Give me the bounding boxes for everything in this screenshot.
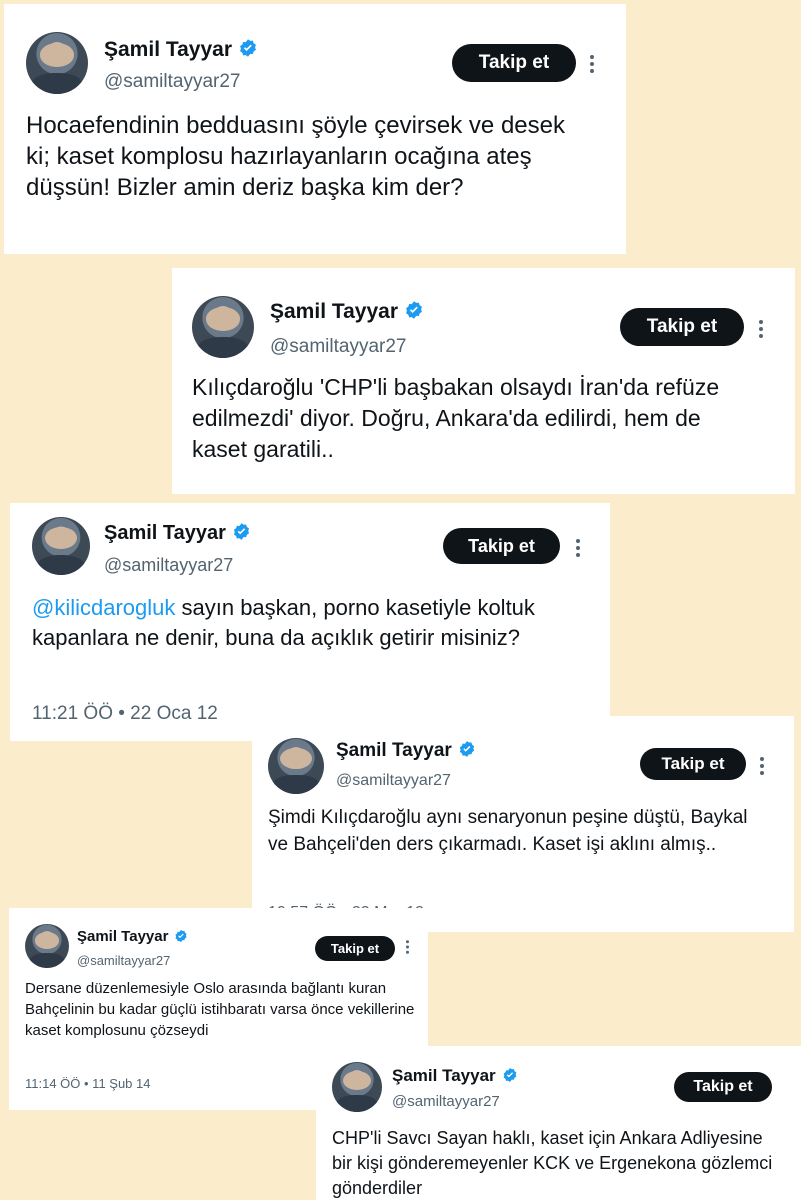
mention-link[interactable]: @kilicdarogluk [32,595,175,620]
author-handle: @samiltayyar27 [270,336,407,357]
follow-button[interactable]: Takip et [620,308,744,346]
author-name-text: Şamil Tayyar [392,1066,496,1085]
author-name-text: Şamil Tayyar [77,928,169,945]
author-handle: @samiltayyar27 [392,1093,500,1110]
tweet-text: Kılıçdaroğlu 'CHP'li başbakan olsaydı İr… [192,374,720,462]
verified-badge-icon [240,39,256,57]
tweet-card: Şamil Tayyar @samiltayyar27 Takip et Hoc… [4,4,626,254]
follow-button[interactable]: Takip et [640,748,746,780]
author-handle: @samiltayyar27 [336,772,451,789]
verified-badge-icon [233,523,249,540]
tweet-text: CHP'li Savcı Sayan haklı, kaset için Ank… [332,1128,773,1198]
tweet-timestamp[interactable]: 11:14 ÖÖ • 11 Şub 14 [25,1076,151,1091]
verified-badge-icon [459,741,474,757]
tweet-card: Şamil Tayyar @samiltayyar27 Takip et Şim… [252,716,794,932]
author-name[interactable]: Şamil Tayyar [104,522,251,545]
avatar[interactable] [25,924,69,968]
more-options-icon[interactable] [760,754,764,778]
more-options-icon[interactable] [406,938,409,956]
author-name[interactable]: Şamil Tayyar [77,928,188,945]
follow-button[interactable]: Takip et [315,936,395,961]
verified-badge-icon [406,301,422,319]
author-name[interactable]: Şamil Tayyar [392,1066,518,1086]
tweet-timestamp[interactable]: 11:21 ÖÖ • 22 Oca 12 [32,703,218,725]
tweet-card: Şamil Tayyar @samiltayyar27 Takip et CHP… [316,1046,801,1200]
more-options-icon[interactable] [576,536,580,560]
avatar[interactable] [268,738,324,794]
author-name-text: Şamil Tayyar [336,740,452,761]
avatar[interactable] [32,517,90,575]
author-name[interactable]: Şamil Tayyar [104,38,258,62]
follow-button[interactable]: Takip et [443,528,560,564]
author-name[interactable]: Şamil Tayyar [270,300,424,324]
verified-badge-icon [503,1068,516,1082]
follow-button[interactable]: Takip et [674,1072,772,1102]
author-name-text: Şamil Tayyar [104,522,226,544]
author-handle: @samiltayyar27 [104,555,234,575]
author-name-text: Şamil Tayyar [270,300,399,323]
tweet-text: Dersane düzenlemesiyle Oslo arasında bağ… [25,980,415,1039]
follow-button[interactable]: Takip et [452,44,576,82]
author-handle: @samiltayyar27 [77,953,171,968]
verified-badge-icon [175,929,187,943]
more-options-icon[interactable] [590,52,594,76]
author-name[interactable]: Şamil Tayyar [336,740,476,762]
tweet-text: Hocaefendinin bedduasını şöyle çevirsek … [26,112,565,201]
tweet-text: Şimdi Kılıçdaroğlu aynı senaryonun peşin… [268,807,748,855]
tweet-card: Şamil Tayyar @samiltayyar27 Takip et @ki… [10,503,610,741]
more-options-icon[interactable] [759,317,763,341]
tweet-card: Şamil Tayyar @samiltayyar27 Takip et Kıl… [172,268,795,494]
avatar[interactable] [332,1062,382,1112]
author-name-text: Şamil Tayyar [104,38,233,61]
avatar[interactable] [192,296,254,358]
tweet-text: @kilicdarogluk sayın başkan, porno kaset… [32,593,592,653]
author-handle: @samiltayyar27 [104,71,241,92]
avatar[interactable] [26,32,88,94]
